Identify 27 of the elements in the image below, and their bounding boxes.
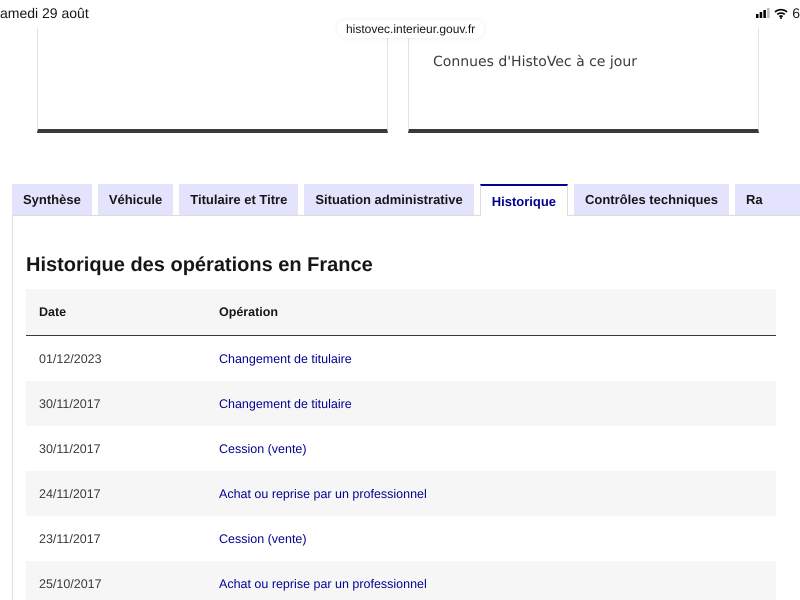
date-cell: 30/11/2017 bbox=[26, 381, 206, 426]
date-cell: 24/11/2017 bbox=[26, 471, 206, 516]
status-date: amedi 29 août bbox=[0, 5, 89, 21]
tab[interactable]: Véhicule bbox=[98, 184, 174, 215]
operation-link[interactable]: Changement de titulaire bbox=[206, 381, 776, 426]
date-cell: 30/11/2017 bbox=[26, 426, 206, 471]
operation-link[interactable]: Changement de titulaire bbox=[206, 336, 776, 381]
tab[interactable]: Titulaire et Titre bbox=[179, 184, 298, 215]
signal-icon bbox=[756, 8, 770, 18]
date-cell: 25/10/2017 bbox=[26, 561, 206, 600]
operation-link[interactable]: Achat ou reprise par un professionnel bbox=[206, 471, 776, 516]
operation-link[interactable]: Cession (vente) bbox=[206, 426, 776, 471]
date-cell: 01/12/2023 bbox=[26, 336, 206, 381]
address-bar[interactable]: histovec.interieur.gouv.fr bbox=[337, 20, 484, 38]
operation-link[interactable]: Cession (vente) bbox=[206, 516, 776, 561]
column-header: Opération bbox=[206, 289, 776, 336]
operation-link[interactable]: Achat ou reprise par un professionnel bbox=[206, 561, 776, 600]
wifi-icon bbox=[774, 8, 788, 18]
tab[interactable]: Synthèse bbox=[12, 184, 92, 215]
tab[interactable]: Historique bbox=[480, 184, 568, 216]
battery-level: 6 bbox=[792, 5, 800, 21]
card-text: Connues d'HistoVec à ce jour bbox=[433, 54, 638, 70]
section-title: Historique des opérations en France bbox=[26, 254, 373, 277]
date-cell: 23/11/2017 bbox=[26, 516, 206, 561]
tab[interactable]: Contrôles techniques bbox=[574, 184, 729, 215]
column-header: Date bbox=[26, 289, 206, 336]
tab[interactable]: Situation administrative bbox=[304, 184, 474, 215]
